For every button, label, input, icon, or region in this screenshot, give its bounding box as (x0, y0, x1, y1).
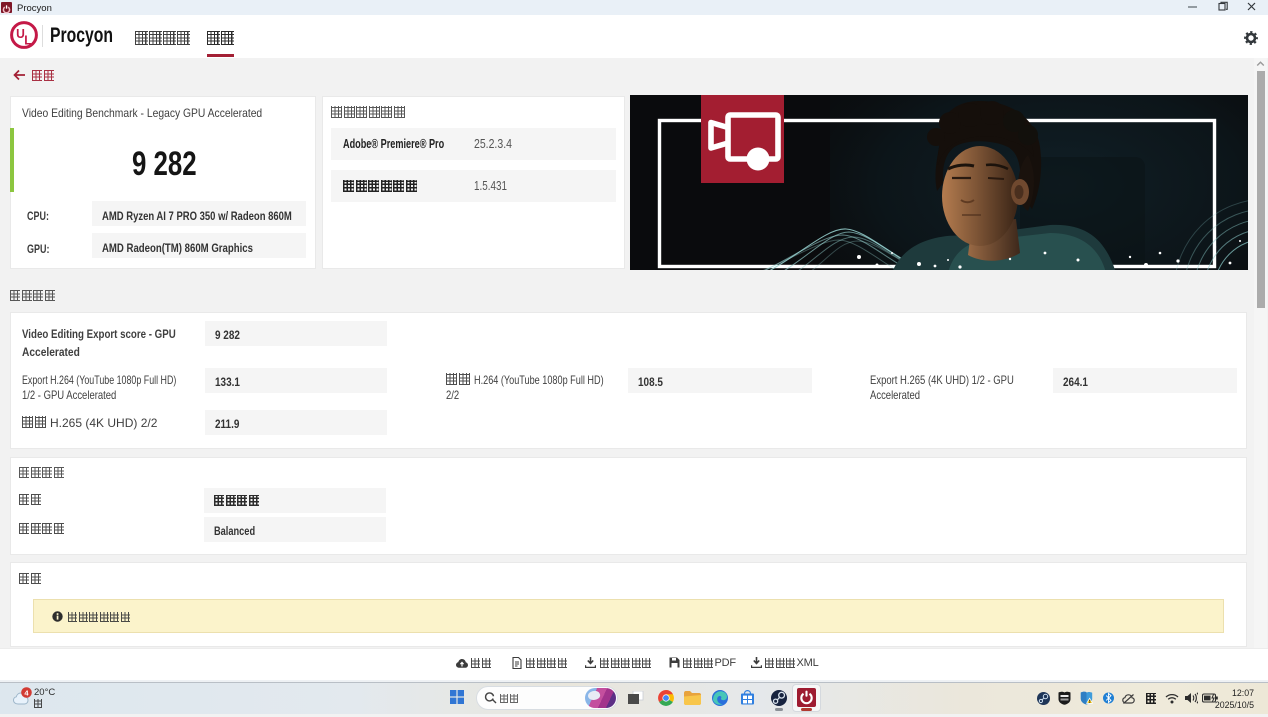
svg-text:L: L (24, 33, 32, 47)
